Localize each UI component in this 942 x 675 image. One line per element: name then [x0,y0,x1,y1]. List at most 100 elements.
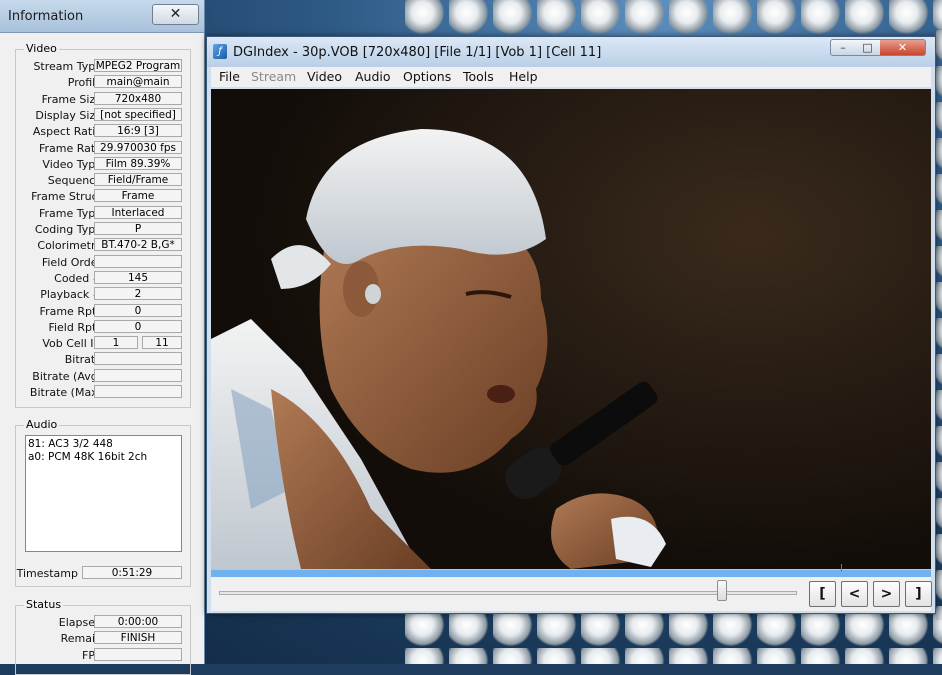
field-label: Playback # [40,288,102,302]
desktop-wallpaper-pattern [405,612,942,664]
field-label: Bitrate (Max) [29,386,102,399]
info-field-row: Field Order [16,254,192,269]
menu-stream[interactable]: Stream [251,69,296,84]
info-field-row: Video Type Film 89.39% [16,156,192,171]
step-forward-button[interactable]: > [873,581,900,607]
field-label: Field Order [41,255,102,269]
field-label: Frame Rate [39,141,102,155]
status-group: Status Elapsed 0:00:00 Remain FINISH FPS [15,598,192,675]
timestamp-label: Timestamp [16,567,78,580]
close-button[interactable]: ✕ [152,4,199,25]
progress-marker [841,564,842,572]
field-value [94,352,182,366]
information-titlebar[interactable]: Information ✕ [0,0,204,33]
field-value: Field/Frame [94,173,182,187]
field-value [94,385,182,398]
field-value [94,368,182,382]
field-value: main@main [94,75,182,89]
minimize-button[interactable]: – [830,39,856,56]
minimize-icon: – [840,41,846,54]
field-label: Frame Struct [31,190,102,204]
desktop-wallpaper-pattern [405,0,942,40]
info-field-row: Colorimetry BT.470-2 B,G* [16,238,192,252]
field-value: 16:9 [3] [94,124,182,138]
bracket-right-icon: ] [915,586,922,602]
close-button[interactable]: ✕ [880,39,926,56]
field-label: Colorimetry [37,239,102,253]
close-icon: ✕ [169,6,182,22]
dgindex-titlebar[interactable]: ƒ DGIndex - 30p.VOB [720x480] [File 1/1]… [207,37,935,67]
menu-video[interactable]: Video [307,69,342,84]
step-back-button[interactable]: < [841,581,868,607]
info-field-row: Frame Struct Frame [16,189,192,203]
info-field-row: FPS [16,647,192,662]
field-value [94,254,182,268]
menu-file[interactable]: File [219,69,240,84]
info-field-row: Frame Rate 29.970030 fps [16,140,192,155]
info-field-row: Bitrate (Max) [16,385,192,399]
info-field-row: Elapsed 0:00:00 [16,615,192,629]
field-label: Stream Type [33,60,102,73]
audio-track-item[interactable]: a0: PCM 48K 16bit 2ch [28,451,179,464]
seek-slider-thumb[interactable] [716,580,727,601]
menu-help[interactable]: Help [509,69,538,84]
maximize-icon: □ [862,41,873,54]
field-value: 145 [94,270,182,284]
field-value: MPEG2 Program [94,59,182,72]
field-label: Frame Type [38,206,102,220]
info-field-row: Bitrate [16,352,192,366]
audio-track-item[interactable]: 81: AC3 3/2 448 [28,438,179,451]
field-value: FINISH [94,631,182,645]
field-value: 29.970030 fps [94,140,182,154]
field-value: 2 [94,287,182,301]
progress-fill [211,570,931,577]
audio-track-list[interactable]: 81: AC3 3/2 448 a0: PCM 48K 16bit 2ch [25,435,182,552]
field-value: [not specified] [94,107,182,121]
audio-group: Audio 81: AC3 3/2 448 a0: PCM 48K 16bit … [15,418,192,587]
info-field-row: Sequence Field/Frame [16,173,192,187]
maximize-button[interactable]: □ [855,39,881,56]
bracket-left-icon: [ [819,586,826,602]
mark-start-button[interactable]: [ [809,581,836,607]
field-label: Frame Size [41,92,102,106]
timestamp-value: 0:51:29 [82,566,182,579]
desktop-wallpaper-pattern [936,30,942,620]
field-value: 0 [94,303,182,317]
navigation-controls: [ < > ] [211,577,932,611]
menu-bar: File Stream Video Audio Options Tools He… [211,67,931,87]
field-label: Frame Rpts [39,304,102,318]
info-field-row: Vob Cell ID 1 11 [16,336,192,350]
close-icon: ✕ [897,41,908,54]
video-preview [211,89,931,569]
menu-tools[interactable]: Tools [463,69,494,84]
info-field-row: Frame Size 720x480 [16,91,192,106]
field-value [94,647,182,661]
video-group-label: Video [24,42,59,55]
timestamp-row: Timestamp 0:51:29 [16,566,192,580]
info-field-row: Coding Type P [16,222,192,236]
video-group: Video Stream Type MPEG2 Program Profile mai… [15,42,192,408]
processing-progress-bar [211,564,931,577]
information-title: Information [8,9,84,24]
mark-end-button[interactable]: ] [905,581,932,607]
field-label: Bitrate (Avg) [32,369,102,383]
status-group-label: Status [24,598,64,611]
field-value: P [94,222,182,235]
menu-audio[interactable]: Audio [355,69,391,84]
window-title: DGIndex - 30p.VOB [720x480] [File 1/1] [… [233,45,602,60]
seek-slider-track[interactable] [219,591,797,595]
info-field-row: Stream Type MPEG2 Program [16,59,192,73]
audio-group-label: Audio [24,418,60,431]
field-value: 0 [94,319,182,333]
info-field-row: Frame Rpts 0 [16,303,192,318]
field-label: Aspect Ratio [32,125,102,139]
info-field-row: Profile main@main [16,75,192,89]
info-field-row: Field Rpts 0 [16,319,192,334]
dgindex-window: ƒ DGIndex - 30p.VOB [720x480] [File 1/1]… [206,36,936,614]
field-value: 0:00:00 [94,615,182,628]
field-value: BT.470-2 B,G* [94,238,182,252]
info-field-row: Aspect Ratio 16:9 [3] [16,124,192,138]
dgindex-app-icon: ƒ [213,44,227,59]
menu-options[interactable]: Options [403,69,451,84]
field-value: Interlaced [94,205,182,219]
